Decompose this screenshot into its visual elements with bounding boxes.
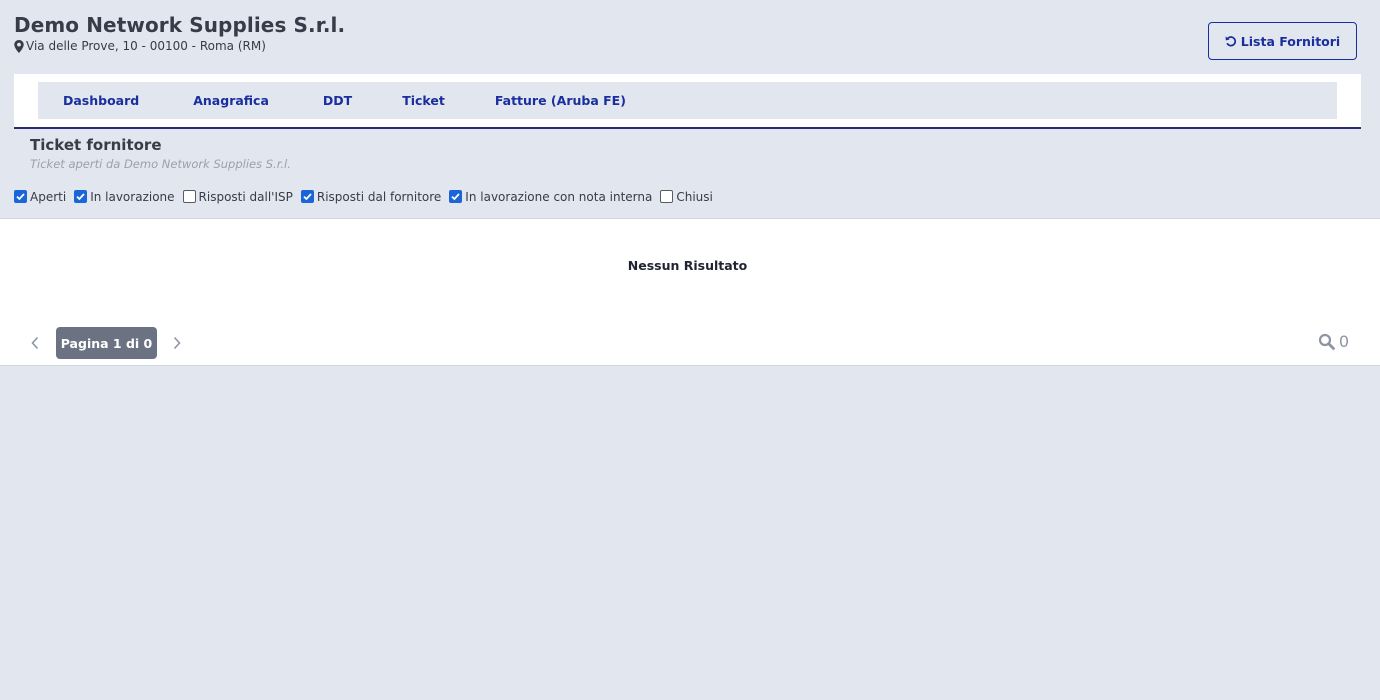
checkbox-nota-interna[interactable] xyxy=(449,189,463,203)
filter-label: Aperti xyxy=(30,190,67,204)
checkbox-aperti[interactable] xyxy=(14,189,27,203)
tab-fatture[interactable]: Fatture (Aruba FE) xyxy=(495,93,626,108)
tab-dashboard[interactable]: Dashboard xyxy=(63,93,139,108)
result-count: 0 xyxy=(1318,332,1349,351)
empty-message: Nessun Risultato xyxy=(627,258,748,273)
company-address: Via delle Prove, 10 - 00100 - Roma (RM) xyxy=(26,39,266,53)
filter-risposti-isp[interactable]: Risposti dall'ISP xyxy=(182,189,293,204)
checkbox-risposti-isp[interactable] xyxy=(182,189,196,203)
section-title: Ticket fornitore xyxy=(30,136,162,154)
filter-chiusi[interactable]: Chiusi xyxy=(660,189,713,204)
company-name: Demo Network Supplies S.r.l. xyxy=(14,13,346,37)
filter-label: Chiusi xyxy=(676,190,713,204)
next-page-icon[interactable] xyxy=(172,335,182,350)
checkbox-risposti-fornitore[interactable] xyxy=(300,189,314,203)
filter-in-lavorazione[interactable]: In lavorazione xyxy=(74,189,175,204)
checkbox-chiusi[interactable] xyxy=(660,189,674,203)
search-icon xyxy=(1318,333,1335,350)
page-indicator: Pagina 1 di 0 xyxy=(56,327,157,359)
status-filters: Aperti In lavorazione Risposti dall'ISP … xyxy=(14,188,1380,206)
filter-risposti-fornitore[interactable]: Risposti dal fornitore xyxy=(300,189,442,204)
filter-label: In lavorazione xyxy=(90,190,175,204)
tab-bar: Dashboard Anagrafica DDT Ticket Fatture … xyxy=(38,82,1337,119)
tab-ticket[interactable]: Ticket xyxy=(402,93,445,108)
filter-label: Risposti dall'ISP xyxy=(198,190,293,204)
result-count-value: 0 xyxy=(1338,332,1349,351)
tab-anagrafica[interactable]: Anagrafica xyxy=(193,93,269,108)
section-subtitle: Ticket aperti da Demo Network Supplies S… xyxy=(30,157,291,171)
tab-ddt[interactable]: DDT xyxy=(323,93,352,108)
results-panel: Nessun Risultato Pagina 1 di 0 0 xyxy=(0,218,1380,366)
back-button-label: Lista Fornitori xyxy=(1240,33,1341,49)
undo-icon xyxy=(1225,35,1237,47)
prev-page-icon[interactable] xyxy=(30,335,40,350)
filter-aperti[interactable]: Aperti xyxy=(14,189,67,204)
page-header: Demo Network Supplies S.r.l. Via delle P… xyxy=(0,0,1380,74)
map-marker-icon xyxy=(14,39,24,53)
filter-nota-interna[interactable]: In lavorazione con nota interna xyxy=(449,189,653,204)
filter-label: In lavorazione con nota interna xyxy=(465,190,653,204)
address-row: Via delle Prove, 10 - 00100 - Roma (RM) xyxy=(14,38,1366,54)
checkbox-in-lavorazione[interactable] xyxy=(74,189,88,203)
filter-label: Risposti dal fornitore xyxy=(316,190,442,204)
nav-panel: Dashboard Anagrafica DDT Ticket Fatture … xyxy=(14,74,1361,129)
back-to-suppliers-button[interactable]: Lista Fornitori xyxy=(1208,22,1357,60)
